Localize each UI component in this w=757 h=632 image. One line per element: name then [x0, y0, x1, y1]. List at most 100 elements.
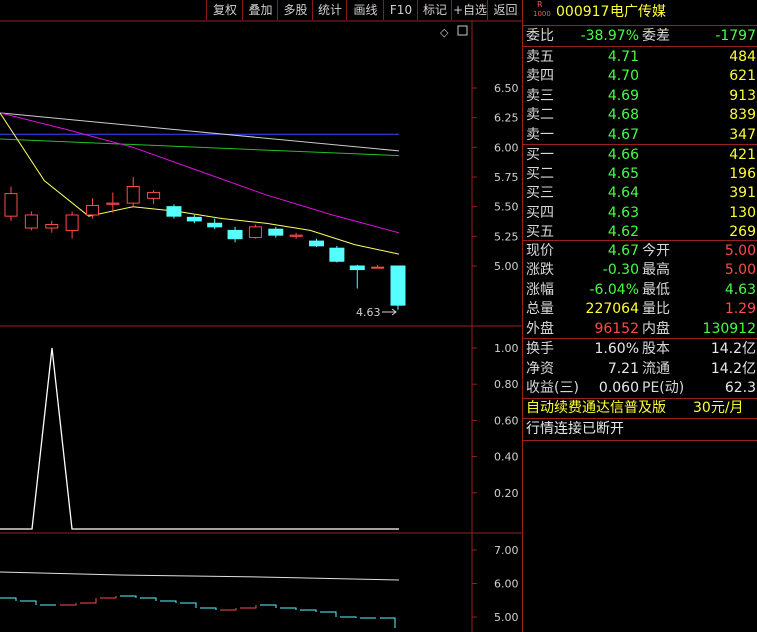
- stat-label: 现价: [526, 243, 554, 259]
- indicator-tick-label: 1.00: [494, 342, 519, 355]
- fundamental-row: 换手 1.60% 股本 14.2亿: [523, 339, 757, 359]
- bottom-step-line: [320, 611, 337, 617]
- bottom-tick-label: 7.00: [494, 544, 519, 557]
- bottom-ma-line: [0, 571, 400, 581]
- stat-label: 涨幅: [526, 281, 554, 298]
- price-tick-label: 5.25: [494, 230, 519, 243]
- divider: [523, 440, 757, 441]
- stat-label: 今开: [642, 243, 670, 259]
- bid-price: 4.63: [607, 204, 639, 221]
- toolbar-button-0[interactable]: 复权: [206, 0, 243, 20]
- window-toggle-icon: [457, 25, 468, 36]
- candle-body: [65, 214, 79, 231]
- ask-row: 卖三 4.69 913: [523, 86, 757, 106]
- stat-row: 涨跌 -0.30 最高 5.00: [523, 260, 757, 280]
- toolbar-button-2[interactable]: 多股: [277, 0, 313, 20]
- bottom-step-line: [80, 598, 97, 604]
- price-tick-label: 6.50: [494, 82, 519, 95]
- stat-value: 130912: [702, 320, 756, 337]
- diamond-icon: ◇: [440, 26, 449, 39]
- stat-row: 涨幅 -6.04% 最低 4.63: [523, 280, 757, 300]
- stat-value: -6.04%: [589, 281, 639, 298]
- fundamental-label: 换手: [526, 341, 554, 357]
- candle-body: [248, 226, 262, 239]
- indicator-tick-label: 0.60: [494, 414, 519, 427]
- kline-chart-area[interactable]: ◇ 6.50 6.25 6.00 5.75 5.50 5.25 5.00 4.63 1.00 0.8…: [0, 0, 522, 632]
- stock-name: 电广传媒: [610, 4, 666, 20]
- stock-code: 000917: [556, 4, 610, 20]
- bottom-step-line: [100, 596, 117, 599]
- candle-body: [207, 222, 223, 228]
- bottom-step-line: [180, 602, 197, 608]
- stat-row: 现价 4.67 今开 5.00: [523, 241, 757, 261]
- bottom-step-line: [160, 600, 177, 603]
- weibi-value: -38.97%: [580, 28, 639, 44]
- candle-body: [24, 214, 38, 229]
- ask-label: 卖二: [526, 107, 554, 124]
- bid-price: 4.66: [607, 147, 639, 163]
- ask-price: 4.70: [607, 68, 639, 85]
- promo-text[interactable]: 自动续费通达信普及版: [526, 398, 666, 418]
- bottom-step-line: [220, 608, 237, 611]
- ask-volume: 621: [729, 68, 756, 85]
- indicator-tick-label: 0.40: [494, 451, 519, 464]
- toolbar-button-6[interactable]: 标记: [417, 0, 452, 20]
- bid-price: 4.62: [607, 223, 639, 240]
- promo-price[interactable]: 30元/月: [693, 398, 744, 418]
- fundamental-value: 0.060: [598, 380, 639, 396]
- fundamental-label: 净资: [526, 360, 554, 377]
- ask-volume: 839: [729, 107, 756, 124]
- weicha-value: -1797: [715, 28, 756, 44]
- bottom-step-line: [260, 604, 277, 608]
- stat-label: 外盘: [526, 320, 554, 337]
- bottom-step-line: [20, 600, 37, 605]
- stat-value: 4.63: [724, 281, 756, 298]
- connection-status: 行情连接已断开: [526, 421, 624, 437]
- ask-row: 卖四 4.70 621: [523, 66, 757, 86]
- market-badge-top: R: [537, 0, 543, 9]
- candle-body: [147, 191, 161, 199]
- toolbar-button-1[interactable]: 叠加: [242, 0, 278, 20]
- bottom-tick-label: 5.00: [494, 611, 519, 624]
- low-price-marker: 4.63: [356, 306, 381, 319]
- price-tick-label: 5.50: [494, 201, 519, 214]
- ask-row: 卖五 4.71 484: [523, 47, 757, 67]
- panel-border: [522, 0, 523, 632]
- bottom-step-line: [120, 595, 137, 598]
- toolbar-button-7[interactable]: +自选: [451, 0, 488, 20]
- fundamental-label: 股本: [642, 341, 670, 357]
- price-tick-label: 5.75: [494, 171, 519, 184]
- fundamental-value: 14.2亿: [710, 341, 756, 357]
- stat-label: 最低: [642, 281, 670, 298]
- ask-label: 卖四: [526, 68, 554, 85]
- candle-body: [85, 204, 99, 216]
- bid-volume: 269: [729, 223, 756, 240]
- toolbar-button-8[interactable]: 返回: [487, 0, 523, 20]
- toolbar-button-4[interactable]: 画线: [346, 0, 384, 20]
- bottom-step-line: [280, 607, 297, 610]
- candle-body: [268, 228, 284, 236]
- stat-value: 1.29: [724, 301, 756, 318]
- candle-body: [45, 223, 59, 229]
- ask-label: 卖五: [526, 49, 554, 65]
- promo-row[interactable]: 自动续费通达信普及版 30元/月: [523, 398, 757, 418]
- bid-row: 买三 4.64 391: [523, 183, 757, 203]
- candle-body: [329, 247, 345, 262]
- stat-label: 总量: [526, 301, 554, 318]
- stat-row: 总量 227064 量比 1.29: [523, 299, 757, 319]
- ask-price: 4.69: [607, 87, 639, 104]
- bid-volume: 196: [729, 166, 756, 183]
- fundamental-label: 收益(三): [526, 380, 579, 396]
- price-tick-label: 6.25: [494, 112, 519, 125]
- candle-body: [371, 266, 385, 269]
- quote-panel: R 1000 000917 电广传媒 委比 -38.97% 委差 -1797 卖…: [523, 0, 757, 632]
- weibi-row: 委比 -38.97% 委差 -1797: [523, 26, 757, 46]
- ask-row: 卖一 4.67 347: [523, 125, 757, 145]
- toolbar-button-5[interactable]: F10: [383, 0, 418, 20]
- stock-header[interactable]: R 1000 000917 电广传媒: [523, 0, 757, 24]
- toolbar-button-3[interactable]: 统计: [312, 0, 347, 20]
- bottom-step-line: [300, 609, 317, 612]
- bottom-step-line: [140, 597, 157, 601]
- indicator-tick-label: 0.80: [494, 378, 519, 391]
- fundamental-value: 1.60%: [594, 341, 639, 357]
